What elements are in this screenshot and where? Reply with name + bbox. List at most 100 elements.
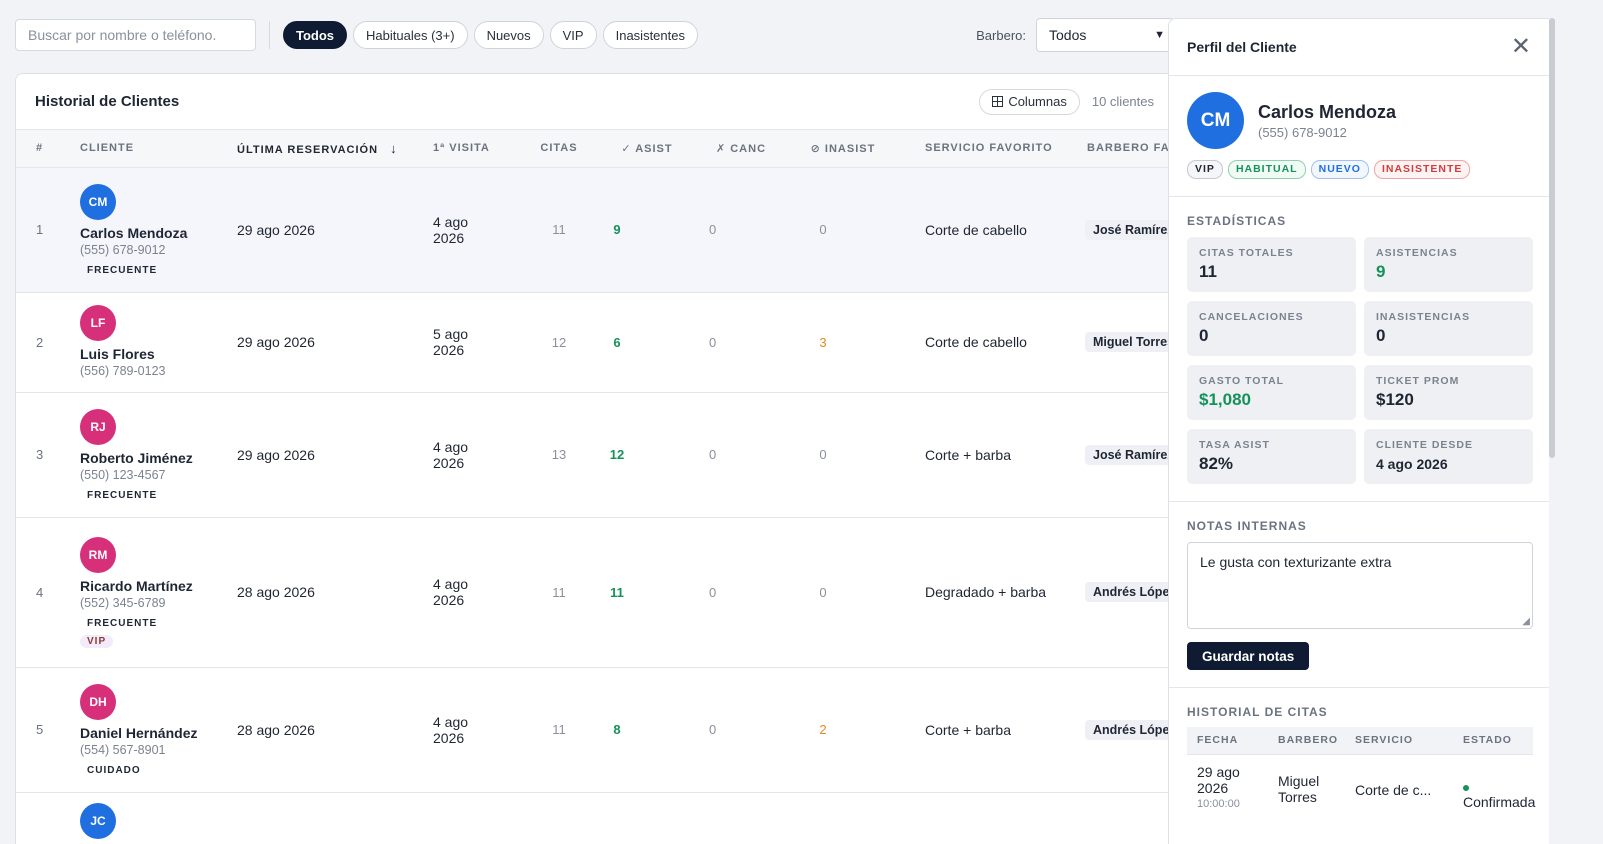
favorite-barber-cell: José Ramírez <box>1075 392 1173 518</box>
row-index: 1 <box>16 167 80 293</box>
history-col-servicio: Servicio <box>1345 727 1453 755</box>
table-row[interactable]: JC <box>16 792 1173 844</box>
chevron-down-icon: ▼ <box>1154 29 1165 41</box>
avatar: RM <box>80 536 116 573</box>
stat-label: Tasa asist <box>1199 439 1270 451</box>
stats-title: Estadísticas <box>1187 214 1287 228</box>
col-header-primera-visita[interactable]: 1ª visita <box>433 130 533 168</box>
col-header-asist[interactable]: ✓ Asist <box>585 130 709 168</box>
history-status: Confirmada <box>1463 793 1536 810</box>
filter-nuevos[interactable]: Nuevos <box>473 21 544 49</box>
stat-value: 9 <box>1376 262 1386 281</box>
history-barber: Miguel Torres <box>1278 772 1320 805</box>
filter-vip[interactable]: VIP <box>549 21 597 49</box>
stats-grid: Citas totales 11 Asistencias 9 Cancelacion… <box>1187 237 1533 484</box>
client-name: Ricardo Martínez <box>80 577 193 594</box>
filter-inasistentes[interactable]: Inasistentes <box>602 21 698 49</box>
status-dot-icon <box>1463 784 1469 791</box>
resize-handle-icon[interactable]: ◢ <box>1522 616 1530 627</box>
col-header-citas[interactable]: Citas <box>533 130 585 168</box>
client-cell: LF Luis Flores (556) 789-0123 <box>80 292 237 393</box>
client-phone: (550) 123-4567 <box>80 467 166 482</box>
grid-icon <box>992 96 1004 107</box>
citas-count: 11 <box>533 167 585 293</box>
inasist-count: 0 <box>773 167 913 293</box>
search-input[interactable] <box>15 19 256 51</box>
notes-textarea[interactable]: Le gusta con texturizante extra ◢ <box>1187 542 1533 629</box>
favorite-barber: Miguel Torres <box>1085 332 1173 352</box>
client-count: 10 clientes <box>1091 94 1154 109</box>
history-col-barbero: Barbero <box>1268 727 1345 755</box>
client-profile-panel: Perfil del Cliente ✕ CM Carlos Mendoza (… <box>1168 18 1549 844</box>
inasist-count: 0 <box>773 517 913 668</box>
history-date: 29 ago 2026 <box>1197 763 1240 796</box>
profile-summary: CM Carlos Mendoza (555) 678-9012 VIP HAB… <box>1169 76 1549 179</box>
filter-toolbar: Todos Habituales (3+) Nuevos VIP Inasist… <box>15 18 1174 52</box>
client-phone: (556) 789-0123 <box>80 364 166 378</box>
panel-scrollbar[interactable] <box>1549 18 1555 458</box>
profile-row: CM Carlos Mendoza (555) 678-9012 <box>1187 92 1531 149</box>
stat-value: 0 <box>1199 326 1209 345</box>
canc-count: 0 <box>709 392 773 518</box>
table-row[interactable]: 3 RJ Roberto Jiménez (550) 123-4567 FRECUEN… <box>16 392 1173 518</box>
notes-title: Notas internas <box>1187 519 1307 533</box>
col-header-cliente[interactable]: Cliente <box>80 130 237 168</box>
history-table: Fecha Barbero Servicio Estado 29 ago 202… <box>1187 727 1536 821</box>
save-notes-button[interactable]: Guardar notas <box>1187 642 1310 670</box>
barbero-select[interactable]: Todos ▼ <box>1036 18 1174 52</box>
col-header-servicio[interactable]: Servicio favorito <box>913 130 1075 168</box>
table-row[interactable]: 5 DH Daniel Hernández (554) 567-8901 CUIDAD… <box>16 667 1173 793</box>
stat-value: 4 ago 2026 <box>1376 456 1448 472</box>
asist-count: 12 <box>585 392 709 518</box>
col-header-ultima-reservacion[interactable]: Última reservación ↓ <box>237 130 433 168</box>
favorite-barber: Andrés López <box>1085 582 1173 602</box>
stat-label: Ticket prom <box>1376 375 1460 387</box>
profile-badges: VIP HABITUAL NUEVO INASISTENTE <box>1187 160 1531 179</box>
table-row[interactable]: 1 CM Carlos Mendoza (555) 678-9012 FRECUENT… <box>16 167 1173 293</box>
badge-vip: VIP <box>1187 160 1223 179</box>
canc-count <box>709 792 773 844</box>
table-header-row: # Cliente Última reservación ↓ 1ª visita… <box>16 130 1173 168</box>
notes-text: Le gusta con texturizante extra <box>1200 554 1392 570</box>
avatar: DH <box>80 683 116 720</box>
first-visit: 4 ago 2026 <box>433 167 533 293</box>
stat-label: Inasistencias <box>1376 311 1471 323</box>
favorite-barber-cell: Andrés López <box>1075 517 1173 668</box>
canc-count: 0 <box>709 667 773 793</box>
favorite-service: Corte + barba <box>913 667 1075 793</box>
col-header-index: # <box>16 130 80 168</box>
col-header-barbero[interactable]: Barbero fav <box>1075 130 1173 168</box>
row-index: 3 <box>16 392 80 518</box>
col-header-inasist[interactable]: ⊘ Inasist <box>773 130 913 168</box>
favorite-service: Corte de cabello <box>913 292 1075 393</box>
table-row[interactable]: 2 LF Luis Flores (556) 789-0123 29 ago 202… <box>16 292 1173 393</box>
avatar: CM <box>1187 92 1244 149</box>
filter-todos[interactable]: Todos <box>283 21 348 49</box>
favorite-service <box>913 792 1075 844</box>
client-cell: CM Carlos Mendoza (555) 678-9012 FRECUENTE <box>80 167 237 293</box>
history-row[interactable]: 29 ago 2026 10:00:00 Miguel Torres Corte… <box>1187 754 1536 821</box>
close-icon[interactable]: ✕ <box>1511 35 1531 59</box>
col-header-canc[interactable]: ✗ Canc <box>709 130 773 168</box>
stat-value: 82% <box>1199 454 1234 473</box>
stat-cliente-desde: Cliente desde 4 ago 2026 <box>1364 429 1533 484</box>
client-cell: DH Daniel Hernández (554) 567-8901 CUIDADO <box>80 667 237 793</box>
canc-count: 0 <box>709 167 773 293</box>
favorite-barber-cell: José Ramírez <box>1075 167 1173 293</box>
client-segment-tag: FRECUENTE <box>87 264 158 276</box>
vip-badge: VIP <box>80 634 114 648</box>
stat-label: Cliente desde <box>1376 439 1474 451</box>
last-booking: 28 ago 2026 <box>237 667 433 793</box>
client-cell: RJ Roberto Jiménez (550) 123-4567 FRECUENTE <box>80 392 237 518</box>
favorite-barber-cell <box>1075 792 1173 844</box>
stat-label: Gasto total <box>1199 375 1285 387</box>
filter-habituales[interactable]: Habituales (3+) <box>353 21 468 49</box>
last-booking: 29 ago 2026 <box>237 392 433 518</box>
columns-button[interactable]: Columnas <box>979 88 1080 115</box>
columns-button-label: Columnas <box>1008 94 1067 109</box>
clients-table: # Cliente Última reservación ↓ 1ª visita… <box>16 130 1173 844</box>
row-index: 2 <box>16 292 80 393</box>
row-index: 5 <box>16 667 80 793</box>
table-row[interactable]: 4 RM Ricardo Martínez (552) 345-6789 FRECUE… <box>16 517 1173 668</box>
stat-citas-totales: Citas totales 11 <box>1187 237 1356 292</box>
